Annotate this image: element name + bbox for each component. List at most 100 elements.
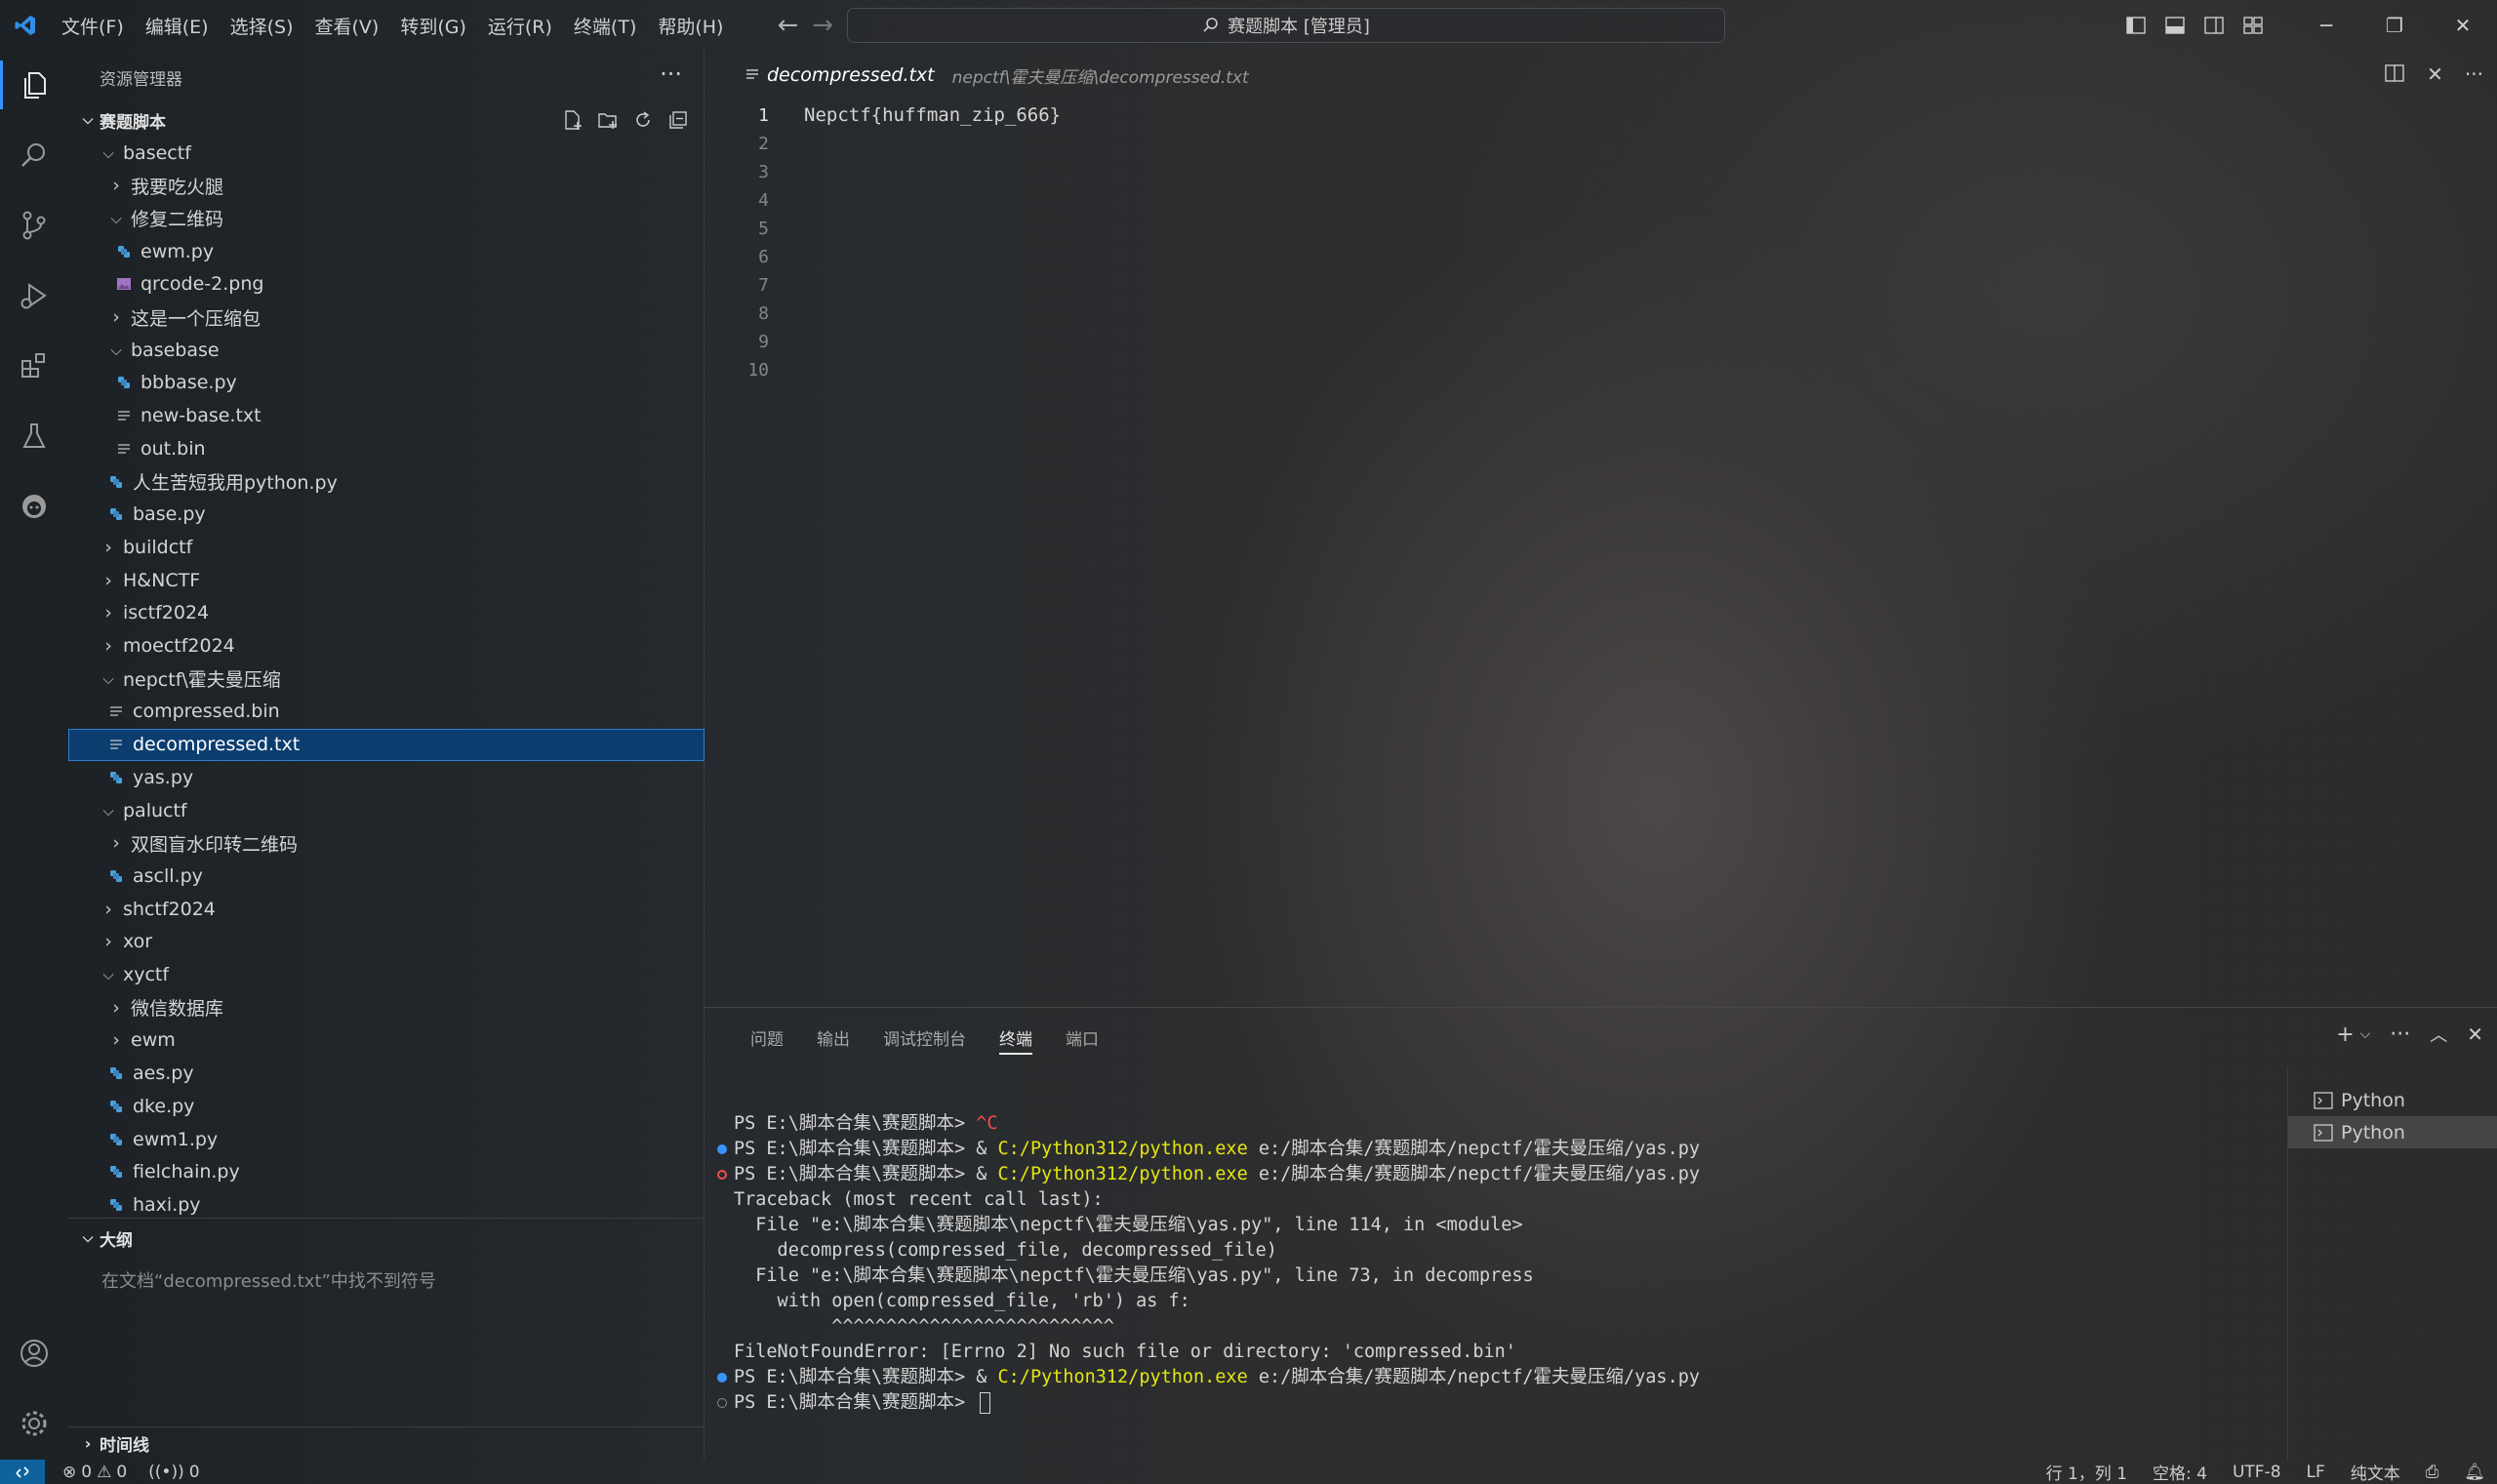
toggle-primary-sidebar-icon[interactable] xyxy=(2116,17,2155,34)
tree-folder[interactable]: › buildctf xyxy=(68,531,705,563)
run-debug-icon[interactable] xyxy=(0,261,68,330)
remote-indicator-icon[interactable] xyxy=(0,1460,45,1484)
tab-decompressed-txt[interactable]: decompressed.txt nepctf\霍夫曼压缩\decompress… xyxy=(705,51,1249,100)
tree-folder[interactable]: › 这是一个压缩包 xyxy=(68,301,705,334)
tree-folder[interactable]: › 微信数据库 xyxy=(68,991,705,1023)
menu-file[interactable]: 文件(F) xyxy=(51,13,135,39)
ports-status[interactable]: ((•)) 0 xyxy=(148,1463,199,1482)
tree-folder[interactable]: ⌵ basebase xyxy=(68,334,705,366)
tab-debug-console[interactable]: 调试控制台 xyxy=(866,1008,983,1066)
end-of-line[interactable]: LF xyxy=(2307,1463,2325,1482)
tree-file[interactable]: dke.py xyxy=(68,1090,705,1122)
tree-file[interactable]: ascll.py xyxy=(68,860,705,892)
terminal-dropdown-chevron-icon[interactable]: ⌵ xyxy=(2360,1026,2371,1042)
outline-header[interactable]: ⌵ 大纲 xyxy=(68,1219,705,1258)
menu-help[interactable]: 帮助(H) xyxy=(647,13,734,39)
tree-folder[interactable]: › isctf2024 xyxy=(68,597,705,629)
more-actions-icon[interactable]: ··· xyxy=(660,60,682,88)
restore-icon[interactable]: ❐ xyxy=(2360,14,2429,37)
tree-file[interactable]: 人生苦短我用python.py xyxy=(68,465,705,498)
tree-file[interactable]: aes.py xyxy=(68,1058,705,1090)
minimize-icon[interactable]: ─ xyxy=(2292,14,2360,37)
menu-go[interactable]: 转到(G) xyxy=(389,13,477,39)
menu-edit[interactable]: 编辑(E) xyxy=(135,13,220,39)
menu-terminal[interactable]: 终端(T) xyxy=(563,13,647,39)
refresh-icon[interactable] xyxy=(631,107,655,133)
tree-folder[interactable]: ⌵ xyctf xyxy=(68,959,705,991)
tree-file[interactable]: out.bin xyxy=(68,432,705,464)
menu-view[interactable]: 查看(V) xyxy=(304,13,390,39)
terminal-item-python[interactable]: Python xyxy=(2288,1084,2497,1116)
problems-status[interactable]: ⊗ 0 ⚠ 0 xyxy=(62,1463,127,1482)
editor-content[interactable]: 1 2 3 4 5 6 7 8 9 10 Nepctf{huffman_zip_666} xyxy=(705,100,2497,1007)
tree-file[interactable]: decompressed.txt xyxy=(68,728,705,761)
tree-folder[interactable]: › H&NCTF xyxy=(68,564,705,596)
menu-run[interactable]: 运行(R) xyxy=(477,13,563,39)
tree-file[interactable]: base.py xyxy=(68,499,705,531)
new-file-icon[interactable] xyxy=(561,107,584,133)
workspace-root[interactable]: ⌵ 赛题脚本 xyxy=(68,103,704,137)
tree-file[interactable]: new-base.txt xyxy=(68,400,705,432)
tab-terminal[interactable]: 终端 xyxy=(983,1008,1049,1066)
new-folder-icon[interactable] xyxy=(596,107,620,133)
search-view-icon[interactable] xyxy=(0,121,68,189)
command-success-dot-icon[interactable] xyxy=(717,1373,727,1383)
new-terminal-plus-icon[interactable]: + xyxy=(2336,1023,2354,1047)
tree-file[interactable]: compressed.bin xyxy=(68,696,705,728)
maximize-panel-chevron-up-icon[interactable]: ︿ xyxy=(2430,1022,2447,1047)
feedback-icon[interactable]: ⎙ xyxy=(2426,1463,2439,1482)
tab-output[interactable]: 输出 xyxy=(800,1008,866,1066)
panel-more-icon[interactable]: ··· xyxy=(2390,1023,2410,1047)
source-control-icon[interactable] xyxy=(0,191,68,260)
close-panel-icon[interactable]: ✕ xyxy=(2467,1023,2483,1046)
tree-folder[interactable]: ⌵ paluctf xyxy=(68,794,705,826)
tree-file[interactable]: qrcode-2.png xyxy=(68,268,705,301)
tree-file[interactable]: ewm1.py xyxy=(68,1123,705,1155)
tree-folder[interactable]: ⌵ basectf xyxy=(68,137,705,169)
terminal-item-python-active[interactable]: Python xyxy=(2288,1116,2497,1148)
customize-layout-icon[interactable] xyxy=(2234,17,2273,34)
tree-folder[interactable]: › xor xyxy=(68,926,705,958)
terminal-output[interactable]: PS E:\脚本合集\赛题脚本> ^C PS E:\脚本合集\赛题脚本> & C… xyxy=(705,1086,2285,1457)
tree-file[interactable]: yas.py xyxy=(68,761,705,793)
collapse-all-icon[interactable] xyxy=(666,107,690,133)
tree-folder[interactable]: › 我要吃火腿 xyxy=(68,170,705,202)
command-success-dot-icon[interactable] xyxy=(717,1144,727,1154)
command-error-dot-icon[interactable] xyxy=(717,1170,727,1180)
encoding[interactable]: UTF-8 xyxy=(2233,1463,2281,1482)
tree-file[interactable]: fielchain.py xyxy=(68,1156,705,1188)
settings-gear-icon[interactable] xyxy=(0,1389,68,1458)
indentation[interactable]: 空格: 4 xyxy=(2153,1460,2207,1484)
accounts-icon[interactable] xyxy=(0,1319,68,1387)
explorer-icon[interactable] xyxy=(0,51,68,119)
tree-file[interactable]: bbbase.py xyxy=(68,367,705,399)
toggle-secondary-sidebar-icon[interactable] xyxy=(2195,17,2234,34)
menu-selection[interactable]: 选择(S) xyxy=(220,13,304,39)
close-editor-icon[interactable]: ✕ xyxy=(2427,62,2443,88)
tree-folder[interactable]: › 双图盲水印转二维码 xyxy=(68,827,705,860)
cursor-position[interactable]: 行 1，列 1 xyxy=(2046,1460,2127,1484)
extensions-icon[interactable] xyxy=(0,332,68,400)
tab-problems[interactable]: 问题 xyxy=(734,1008,800,1066)
tree-folder[interactable]: ⌵ 修复二维码 xyxy=(68,202,705,234)
forward-arrow-icon[interactable]: → xyxy=(812,11,833,40)
notifications-bell-icon[interactable]: 🔔︎ xyxy=(2464,1463,2485,1482)
remote-explorer-icon[interactable] xyxy=(0,472,68,541)
split-editor-icon[interactable] xyxy=(2384,62,2405,88)
timeline-header[interactable]: › 时间线 xyxy=(68,1426,705,1460)
command-center[interactable]: 赛题脚本 [管理员] xyxy=(847,8,1725,43)
language-mode[interactable]: 纯文本 xyxy=(2351,1460,2400,1484)
tree-folder[interactable]: › ewm xyxy=(68,1024,705,1057)
tree-folder[interactable]: ⌵ nepctf\霍夫曼压缩 xyxy=(68,662,705,695)
back-arrow-icon[interactable]: ← xyxy=(777,11,798,40)
toggle-panel-icon[interactable] xyxy=(2155,17,2195,34)
tree-folder[interactable]: › shctf2024 xyxy=(68,893,705,925)
command-pending-dot-icon[interactable] xyxy=(717,1398,727,1408)
testing-flask-icon[interactable] xyxy=(0,402,68,470)
tree-folder[interactable]: › moectf2024 xyxy=(68,630,705,662)
tree-file[interactable]: haxi.py xyxy=(68,1188,705,1221)
tree-file[interactable]: ewm.py xyxy=(68,235,705,267)
editor-more-icon[interactable]: ··· xyxy=(2465,62,2483,88)
close-window-icon[interactable]: ✕ xyxy=(2429,14,2497,37)
tab-ports[interactable]: 端口 xyxy=(1049,1008,1115,1066)
